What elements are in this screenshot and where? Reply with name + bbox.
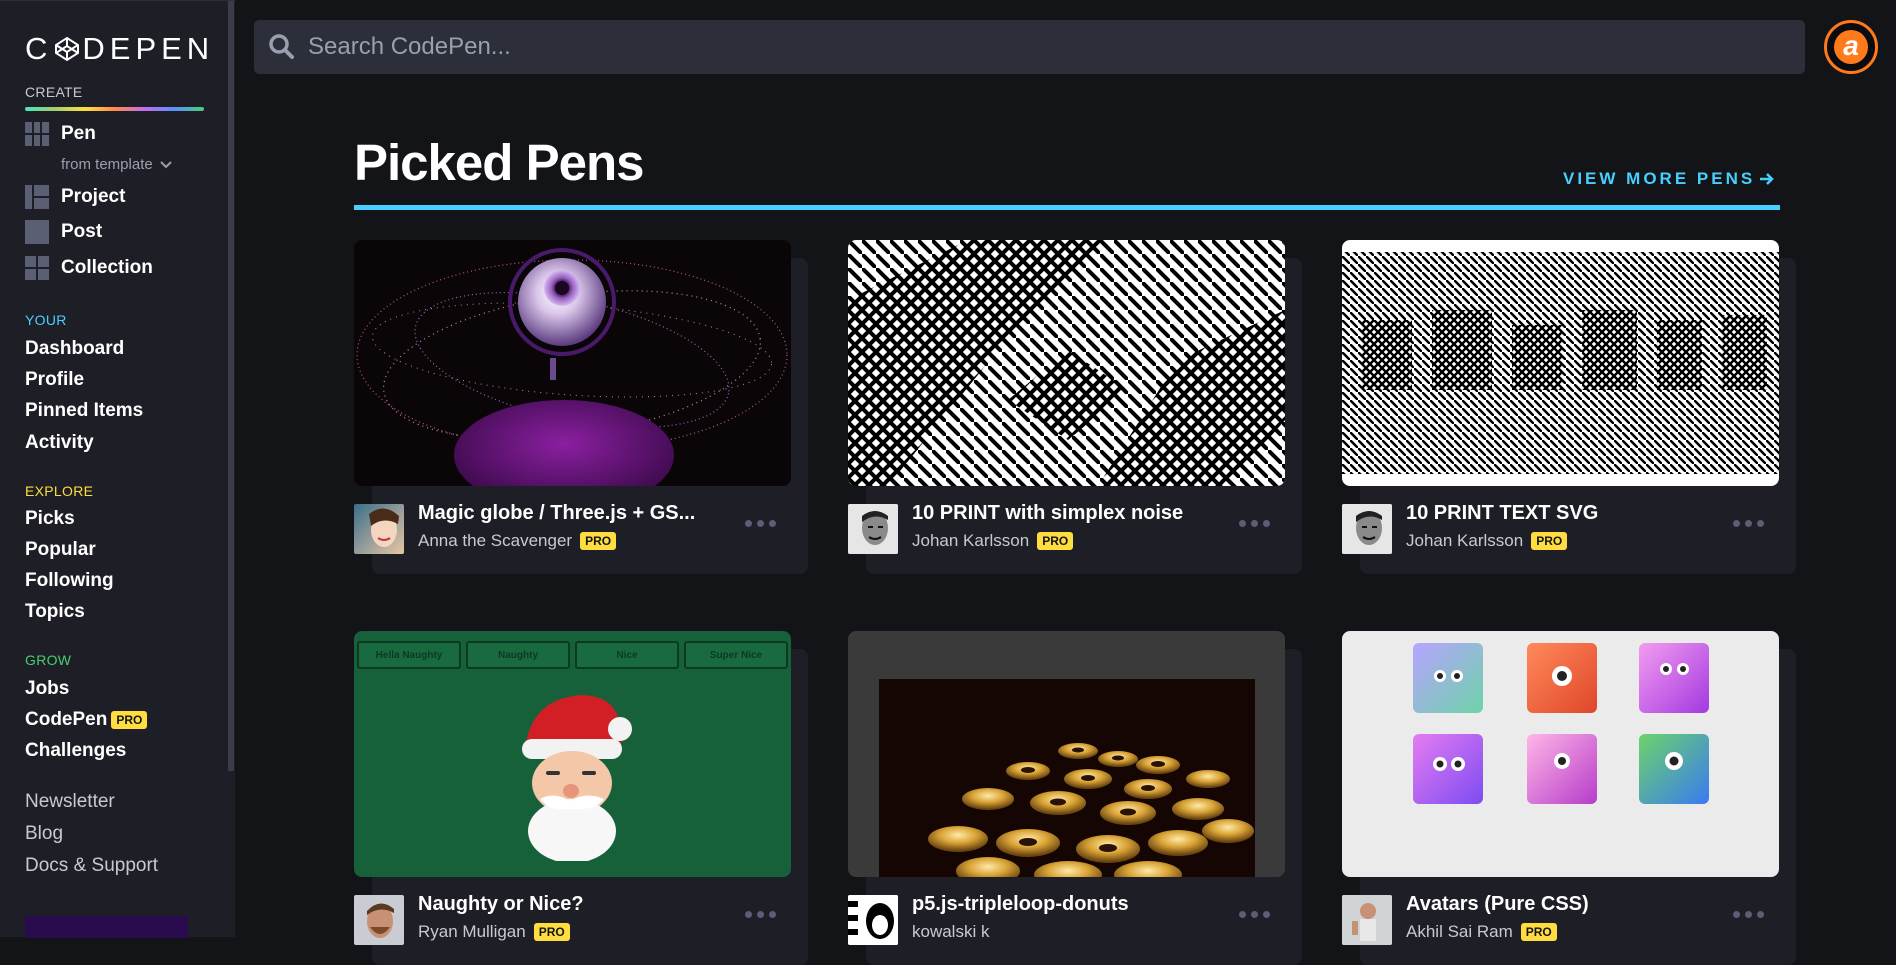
pro-badge: PRO: [1531, 532, 1568, 550]
nav-following[interactable]: Following: [25, 570, 114, 592]
more-options-icon[interactable]: [1733, 911, 1764, 918]
nav-blog[interactable]: Blog: [25, 823, 63, 845]
santa-button-row: Hella Naughty Naughty Nice Super Nice: [357, 641, 788, 669]
nav-codepen-pro[interactable]: CodePen PRO: [25, 709, 148, 731]
nice-button[interactable]: Nice: [575, 641, 679, 669]
post-icon: [25, 220, 49, 244]
nav-activity[interactable]: Activity: [25, 432, 94, 454]
grow-label: GROW: [25, 652, 72, 668]
pro-badge: PRO: [111, 710, 148, 729]
nav-popular[interactable]: Popular: [25, 539, 96, 561]
more-options-icon[interactable]: [745, 911, 776, 918]
pen-author[interactable]: Ryan Mulligan PRO: [418, 922, 570, 942]
create-label: CREATE: [25, 84, 83, 100]
sidebar-scrollbar[interactable]: [228, 1, 234, 771]
nav-jobs[interactable]: Jobs: [25, 678, 69, 700]
pen-author[interactable]: kowalski k: [912, 922, 989, 942]
pen-preview[interactable]: [848, 240, 1285, 486]
super-nice-button[interactable]: Super Nice: [684, 641, 788, 669]
pro-badge: PRO: [533, 923, 570, 941]
hella-naughty-button[interactable]: Hella Naughty: [357, 641, 461, 669]
author-avatar[interactable]: [354, 895, 404, 945]
search-icon: [269, 34, 294, 59]
pen-author[interactable]: Anna the Scavenger PRO: [418, 531, 617, 551]
collection-icon: [25, 256, 49, 280]
pen-title[interactable]: p5.js-tripleloop-donuts: [912, 893, 1129, 916]
nav-topics[interactable]: Topics: [25, 601, 85, 623]
arrow-right-icon: [1760, 173, 1774, 185]
author-avatar[interactable]: [354, 504, 404, 554]
search-input[interactable]: [308, 33, 1708, 61]
nav-newsletter[interactable]: Newsletter: [25, 791, 115, 813]
pen-title[interactable]: Magic globe / Three.js + GS...: [418, 502, 695, 525]
pen-preview[interactable]: Hella Naughty Naughty Nice Super Nice: [354, 631, 791, 877]
pen-title[interactable]: 10 PRINT TEXT SVG: [1406, 502, 1598, 525]
pen-title[interactable]: 10 PRINT with simplex noise: [912, 502, 1183, 525]
nav-docs-support[interactable]: Docs & Support: [25, 855, 158, 877]
user-avatar[interactable]: a: [1824, 20, 1878, 74]
create-rainbow-bar: [25, 107, 204, 111]
pro-badge: PRO: [580, 532, 617, 550]
more-options-icon[interactable]: [1239, 520, 1270, 527]
pen-author[interactable]: Johan Karlsson PRO: [1406, 531, 1568, 551]
more-options-icon[interactable]: [1239, 911, 1270, 918]
pro-badge: PRO: [1037, 532, 1074, 550]
pen-preview[interactable]: [1342, 240, 1779, 486]
pen-icon: [25, 122, 49, 146]
nav-profile[interactable]: Profile: [25, 369, 84, 391]
nav-challenges[interactable]: Challenges: [25, 740, 126, 762]
more-options-icon[interactable]: [745, 520, 776, 527]
author-avatar[interactable]: [848, 504, 898, 554]
codepen-cube-icon: [55, 36, 80, 62]
pen-preview[interactable]: [354, 240, 791, 486]
nav-dashboard[interactable]: Dashboard: [25, 338, 124, 360]
avatar-letter: a: [1834, 30, 1868, 64]
santa-face-icon: [522, 695, 632, 861]
pen-preview[interactable]: [848, 631, 1285, 877]
nav-picks[interactable]: Picks: [25, 508, 75, 530]
search-bar: [254, 20, 1805, 74]
page-title: Picked Pens: [354, 134, 644, 191]
author-avatar[interactable]: [1342, 504, 1392, 554]
pen-title[interactable]: Naughty or Nice?: [418, 893, 584, 916]
author-avatar[interactable]: [1342, 895, 1392, 945]
your-label: YOUR: [25, 312, 67, 328]
from-template-dropdown[interactable]: from template: [61, 156, 173, 173]
view-more-pens-link[interactable]: VIEW MORE PENS: [1563, 169, 1775, 189]
naughty-button[interactable]: Naughty: [466, 641, 570, 669]
sidebar: C DEPEN CREATE Pen from template Project…: [0, 0, 235, 938]
chevron-down-icon: [159, 160, 172, 168]
nav-pinned-items[interactable]: Pinned Items: [25, 400, 143, 422]
pen-preview[interactable]: [1342, 631, 1779, 877]
author-avatar[interactable]: [848, 895, 898, 945]
pen-title[interactable]: Avatars (Pure CSS): [1406, 893, 1589, 916]
create-collection-link[interactable]: Collection: [25, 256, 153, 280]
sidebar-promo-banner[interactable]: [25, 916, 188, 938]
project-icon: [25, 185, 49, 209]
pen-author[interactable]: Akhil Sai Ram PRO: [1406, 922, 1557, 942]
create-pen-link[interactable]: Pen: [25, 122, 96, 146]
more-options-icon[interactable]: [1733, 520, 1764, 527]
pro-badge: PRO: [1520, 923, 1557, 941]
create-project-link[interactable]: Project: [25, 185, 125, 209]
explore-label: EXPLORE: [25, 483, 94, 499]
title-underline: [354, 205, 1780, 210]
create-post-link[interactable]: Post: [25, 220, 102, 244]
pen-author[interactable]: Johan Karlsson PRO: [912, 531, 1074, 551]
codepen-logo[interactable]: C DEPEN: [25, 31, 214, 67]
